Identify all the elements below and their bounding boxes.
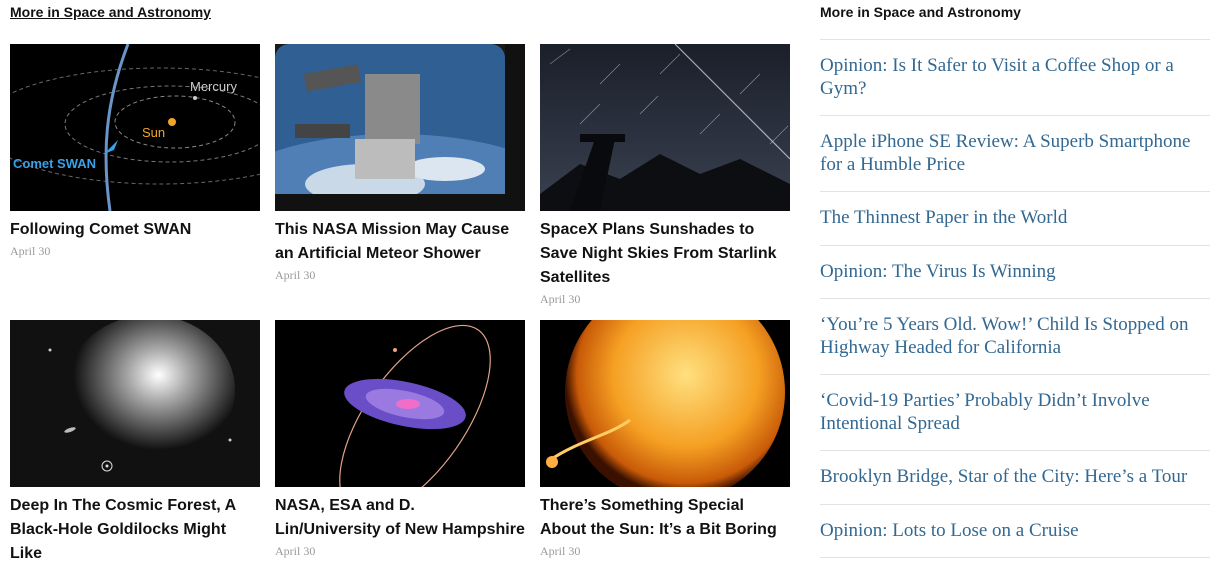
article-thumbnail[interactable]	[540, 320, 790, 487]
galaxy-black-hole-image	[10, 320, 260, 487]
article-card[interactable]: This NASA Mission May Cause an Artificia…	[275, 44, 525, 283]
article-thumbnail[interactable]	[275, 320, 525, 487]
space-station-window-image	[275, 44, 525, 211]
comet-orbit-image: Mercury Sun Comet SWAN	[10, 44, 260, 211]
sun-image	[540, 320, 790, 487]
article-card[interactable]: There’s Something Special About the Sun:…	[540, 320, 790, 559]
article-date: April 30	[275, 544, 316, 558]
sidebar-article-link[interactable]: The Thinnest Paper in the World	[820, 192, 1210, 246]
article-title[interactable]: There’s Something Special About the Sun:…	[540, 494, 790, 542]
sidebar-article-link[interactable]: Opinion: The Virus Is Winning	[820, 246, 1210, 299]
article-thumbnail[interactable]	[540, 44, 790, 211]
article-card[interactable]: NASA, ESA and D. Lin/University of New H…	[275, 320, 525, 559]
sidebar-article-link[interactable]: Brooklyn Bridge, Star of the City: Here’…	[820, 451, 1210, 505]
sidebar-article-link[interactable]: Opinion: Lots to Lose on a Cruise	[820, 505, 1210, 558]
article-title[interactable]: NASA, ESA and D. Lin/University of New H…	[275, 494, 525, 542]
article-title[interactable]: Deep In The Cosmic Forest, A Black-Hole …	[10, 494, 260, 566]
sidebar-heading: More in Space and Astronomy	[820, 0, 1210, 40]
star-disk-orbit-image	[275, 320, 525, 487]
sidebar-article-link[interactable]: ‘You’re 5 Years Old. Wow!’ Child Is Stop…	[820, 299, 1210, 375]
mercury-label: Mercury	[190, 79, 237, 94]
sidebar-article-link[interactable]: Opinion: Is It Safer to Visit a Coffee S…	[820, 40, 1210, 116]
article-thumbnail[interactable]: Mercury Sun Comet SWAN	[10, 44, 260, 211]
starlink-night-sky-image	[540, 44, 790, 211]
comet-swan-label: Comet SWAN	[13, 156, 96, 171]
article-date: April 30	[540, 544, 581, 558]
sun-label: Sun	[142, 125, 165, 140]
sidebar-more-in-section: More in Space and Astronomy Opinion: Is …	[820, 0, 1210, 558]
sidebar-article-link[interactable]: ‘Covid-19 Parties’ Probably Didn’t Invol…	[820, 375, 1210, 451]
article-date: April 30	[275, 268, 316, 282]
sidebar-article-link[interactable]: Apple iPhone SE Review: A Superb Smartph…	[820, 116, 1210, 192]
article-card[interactable]: SpaceX Plans Sunshades to Save Night Ski…	[540, 44, 790, 307]
article-thumbnail[interactable]	[10, 320, 260, 487]
article-title[interactable]: SpaceX Plans Sunshades to Save Night Ski…	[540, 218, 790, 290]
section-link-space-astronomy[interactable]: More in Space and Astronomy	[10, 4, 211, 20]
article-card[interactable]: Deep In The Cosmic Forest, A Black-Hole …	[10, 320, 260, 566]
article-card[interactable]: Mercury Sun Comet SWAN Following Comet S…	[10, 44, 260, 259]
article-thumbnail[interactable]	[275, 44, 525, 211]
article-date: April 30	[10, 244, 51, 258]
article-date: April 30	[540, 292, 581, 306]
article-title[interactable]: This NASA Mission May Cause an Artificia…	[275, 218, 525, 266]
article-title[interactable]: Following Comet SWAN	[10, 218, 260, 242]
